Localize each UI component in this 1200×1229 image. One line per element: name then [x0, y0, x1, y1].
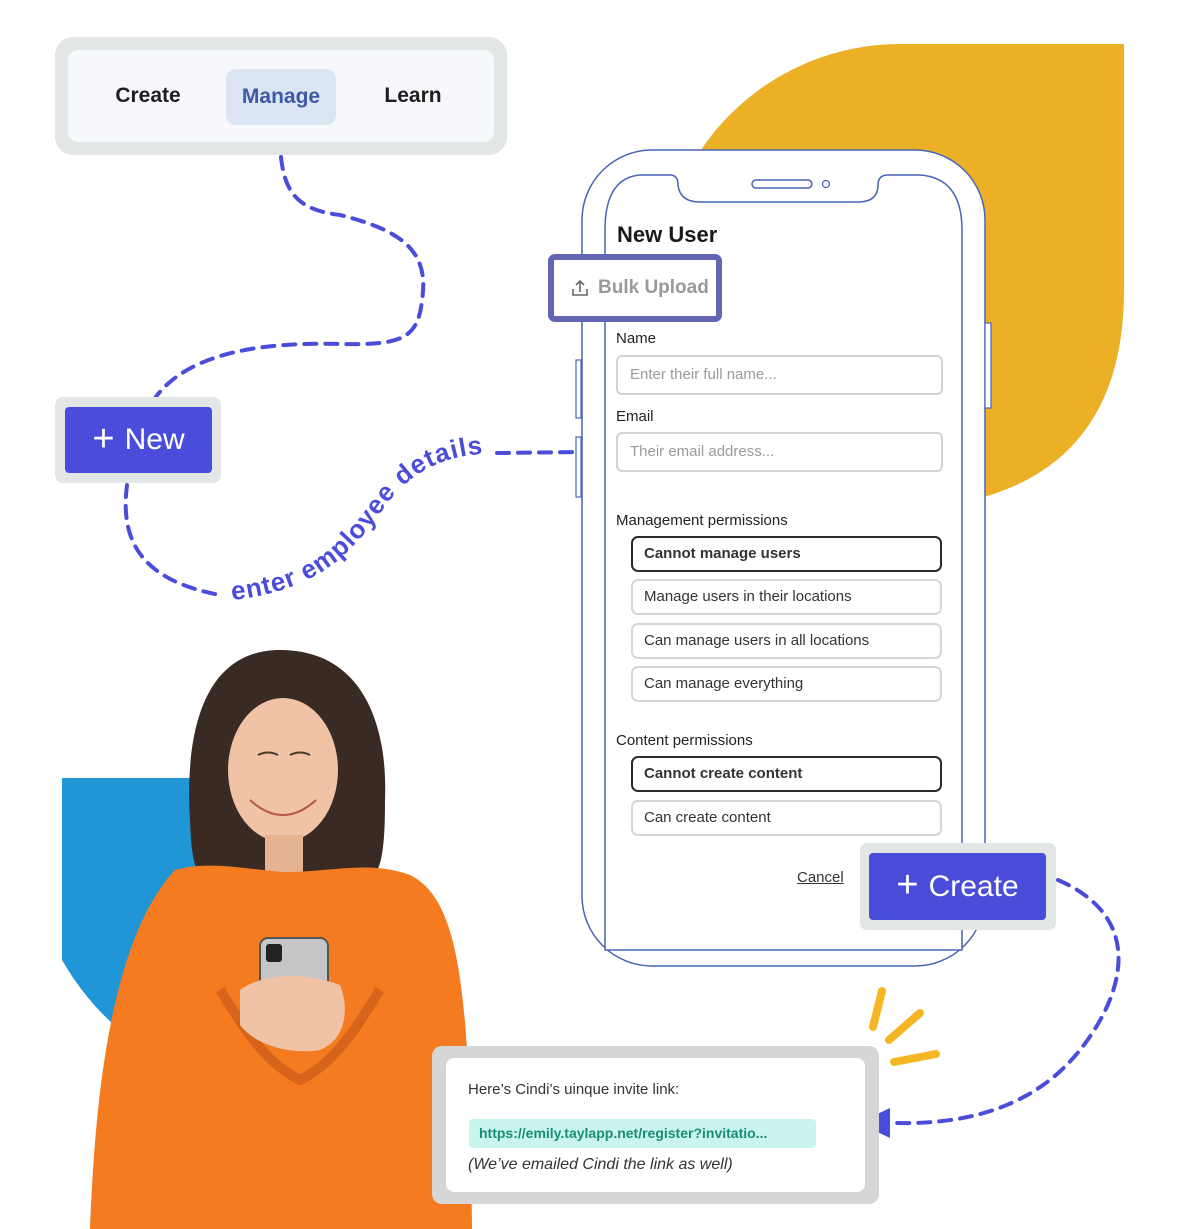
- face: [228, 698, 338, 842]
- tab-manage[interactable]: Manage: [226, 69, 336, 125]
- create-button[interactable]: + Create: [869, 853, 1046, 920]
- email-label: Email: [616, 408, 654, 425]
- phone-side-button: [984, 322, 992, 409]
- page-title: New User: [617, 222, 718, 247]
- bulk-upload-button[interactable]: Bulk Upload: [548, 254, 722, 322]
- mgmt-option-all-locations[interactable]: Can manage users in all locations: [631, 623, 942, 659]
- invite-link[interactable]: https://emily.taylapp.net/register?invit…: [469, 1119, 816, 1148]
- cancel-link[interactable]: Cancel: [797, 869, 844, 886]
- mgmt-option-everything[interactable]: Can manage everything: [631, 666, 942, 702]
- invite-card-frame: Here’s Cindi’s uinque invite link: https…: [432, 1046, 879, 1204]
- svg-text:enter employee details: enter employee details: [229, 430, 484, 606]
- new-button-frame: + New: [55, 397, 221, 483]
- invite-card: Here’s Cindi’s uinque invite link: https…: [446, 1058, 865, 1192]
- new-button-label: New: [124, 423, 185, 456]
- phone-volume-down: [575, 436, 582, 498]
- mgmt-option-their-locations[interactable]: Manage users in their locations: [631, 579, 942, 615]
- create-button-label: Create: [928, 869, 1019, 903]
- bulk-upload-label: Bulk Upload: [598, 277, 709, 298]
- mgmt-option-cannot-manage[interactable]: Cannot manage users: [631, 536, 942, 572]
- top-nav-frame: Create Manage Learn: [55, 37, 507, 155]
- invite-title: Here’s Cindi’s uinque invite link:: [468, 1081, 680, 1098]
- name-label: Name: [616, 330, 657, 347]
- create-button-frame: + Create: [860, 843, 1056, 930]
- plus-icon: +: [92, 417, 115, 460]
- management-permissions-label: Management permissions: [616, 512, 788, 529]
- content-option-can-create[interactable]: Can create content: [631, 800, 942, 836]
- top-nav: Create Manage Learn: [68, 50, 494, 142]
- email-input[interactable]: Their email address...: [616, 432, 943, 472]
- tab-learn[interactable]: Learn: [373, 68, 453, 124]
- invite-note: (We’ve emailed Cindi the link as well): [468, 1156, 733, 1173]
- new-button[interactable]: + New: [65, 407, 212, 473]
- tab-create[interactable]: Create: [108, 68, 188, 124]
- content-option-cannot-create[interactable]: Cannot create content: [631, 756, 942, 792]
- content-permissions-label: Content permissions: [616, 732, 753, 749]
- annotation-text: enter employee details: [229, 430, 483, 606]
- phone-volume-up: [575, 359, 582, 419]
- upload-icon: [572, 279, 588, 296]
- plus-icon: +: [896, 864, 919, 906]
- name-input[interactable]: Enter their full name...: [616, 355, 943, 395]
